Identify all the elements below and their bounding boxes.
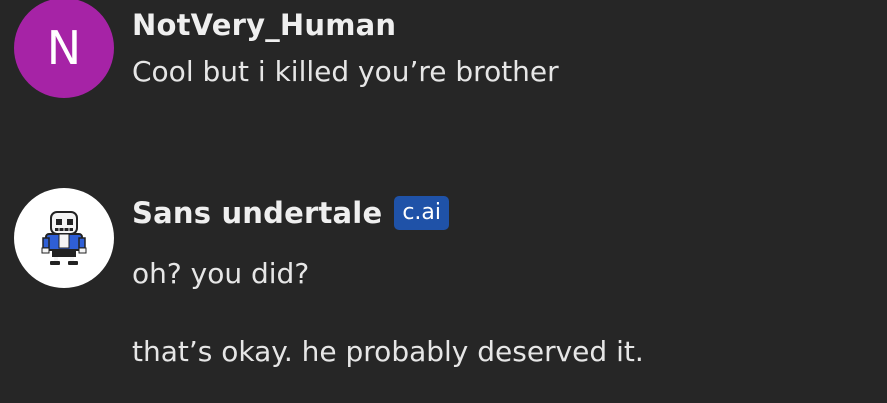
message-text: Cool but i killed you’re brother (132, 55, 559, 88)
author-row: Sans undertale c.ai (132, 188, 644, 238)
message-content: NotVery_Human Cool but i killed you’re b… (132, 0, 559, 92)
bot-avatar[interactable] (14, 188, 114, 288)
author-row: NotVery_Human (132, 0, 559, 50)
avatar-letter: N (46, 21, 82, 75)
message-text-line: that’s okay. he probably deserved it. (132, 335, 644, 368)
cai-badge: c.ai (394, 196, 450, 230)
sans-skeleton-icon (41, 211, 87, 265)
user-avatar[interactable]: N (14, 0, 114, 98)
author-name[interactable]: NotVery_Human (132, 8, 396, 42)
author-name[interactable]: Sans undertale (132, 196, 382, 230)
message-content: Sans undertale c.ai oh? you did? that’s … (132, 188, 644, 372)
message-text-line: oh? you did? (132, 257, 310, 290)
